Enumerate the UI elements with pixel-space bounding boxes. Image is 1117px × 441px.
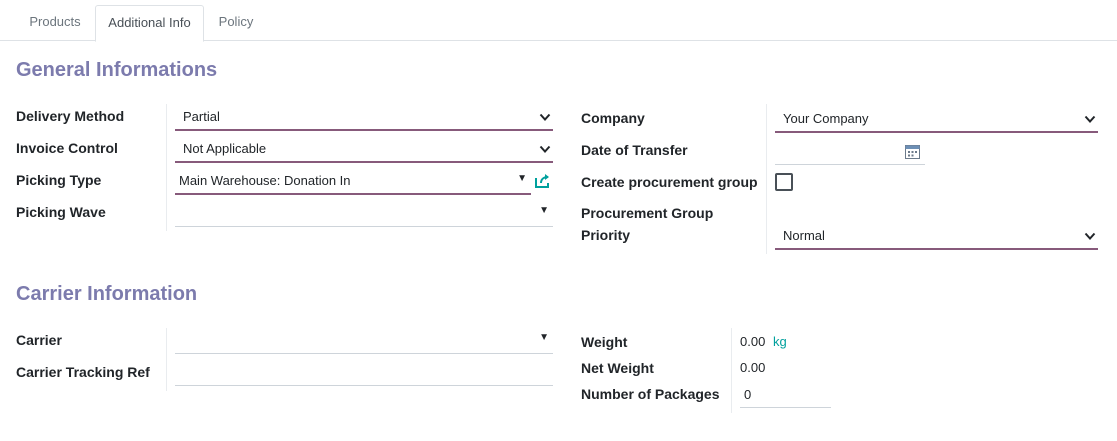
label-picking-type: Picking Type <box>16 172 102 188</box>
dropdown-caret-icon[interactable]: ▼ <box>539 205 549 216</box>
column-separator <box>166 328 167 391</box>
company-select[interactable]: Your Company <box>775 108 1098 133</box>
section-title-general: General Informations <box>16 59 218 81</box>
tab-policy[interactable]: Policy <box>204 5 268 41</box>
label-picking-wave: Picking Wave <box>16 204 106 220</box>
procurement-priority-value: Normal <box>783 228 825 243</box>
invoice-control-select[interactable]: Not Applicable <box>175 138 553 163</box>
net-weight-value: 0.00 <box>740 360 766 375</box>
external-link-icon[interactable] <box>534 173 552 189</box>
create-procurement-group-checkbox[interactable] <box>775 173 793 191</box>
chevron-down-icon <box>539 113 551 121</box>
label-procurement-group-priority-2: Priority <box>581 227 631 243</box>
label-date-of-transfer: Date of Transfer <box>581 142 688 158</box>
carrier-field[interactable]: ▼ <box>175 329 553 354</box>
picking-type-value: Main Warehouse: Donation In <box>179 173 351 188</box>
delivery-method-select[interactable]: Partial <box>175 106 553 131</box>
invoice-control-value: Not Applicable <box>183 141 267 156</box>
picking-type-field[interactable]: Main Warehouse: Donation In ▼ <box>175 170 531 195</box>
label-net-weight: Net Weight <box>581 360 654 376</box>
tab-products[interactable]: Products <box>15 5 95 41</box>
column-separator <box>166 104 167 231</box>
weight-value: 0.00 <box>740 334 766 349</box>
label-create-procurement-group: Create procurement group <box>581 174 758 190</box>
notebook-tabs: Products Additional Info Policy <box>0 0 1117 42</box>
date-of-transfer-input[interactable] <box>775 140 925 165</box>
label-number-of-packages: Number of Packages <box>581 386 720 402</box>
label-delivery-method: Delivery Method <box>16 108 125 124</box>
label-carrier-tracking-ref: Carrier Tracking Ref <box>16 364 150 380</box>
company-value: Your Company <box>783 111 869 126</box>
label-invoice-control: Invoice Control <box>16 140 118 156</box>
dropdown-caret-icon[interactable]: ▼ <box>539 332 549 343</box>
chevron-down-icon <box>1084 115 1096 123</box>
dropdown-caret-icon[interactable]: ▼ <box>517 173 527 184</box>
label-carrier: Carrier <box>16 332 62 348</box>
label-procurement-group-priority-1: Procurement Group <box>581 205 714 221</box>
delivery-method-value: Partial <box>183 109 220 124</box>
chevron-down-icon <box>539 145 551 153</box>
label-weight: Weight <box>581 334 628 350</box>
picking-wave-field[interactable]: ▼ <box>175 202 553 227</box>
weight-unit: kg <box>773 334 787 349</box>
procurement-priority-select[interactable]: Normal <box>775 225 1098 250</box>
column-separator <box>731 328 732 413</box>
tab-additional-info[interactable]: Additional Info <box>95 5 204 42</box>
number-of-packages-value: 0 <box>744 387 752 402</box>
calendar-icon[interactable] <box>905 145 920 159</box>
column-separator <box>766 104 767 254</box>
chevron-down-icon <box>1084 232 1096 240</box>
label-company: Company <box>581 110 645 126</box>
carrier-tracking-ref-input[interactable] <box>175 361 553 386</box>
number-of-packages-input[interactable]: 0 <box>740 383 831 408</box>
section-title-carrier: Carrier Information <box>16 283 198 305</box>
